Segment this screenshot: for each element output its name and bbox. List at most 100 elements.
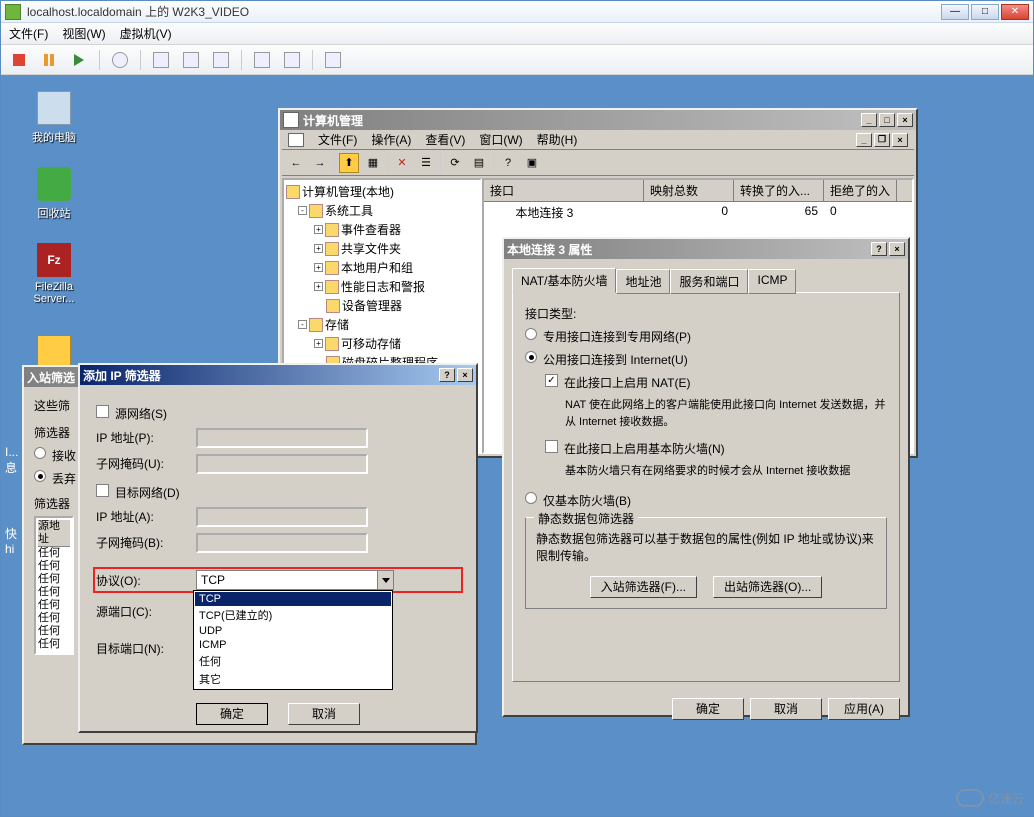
filezilla-icon[interactable]: Fz FileZilla Server... bbox=[17, 243, 91, 305]
shared-icon bbox=[325, 242, 339, 256]
src-mask-input bbox=[196, 454, 368, 474]
back-icon[interactable]: ← bbox=[286, 153, 306, 173]
mdi-restore[interactable]: ❐ bbox=[874, 133, 890, 147]
up-icon[interactable]: ⬆ bbox=[339, 153, 359, 173]
close-button[interactable]: ✕ bbox=[1001, 4, 1029, 20]
apply-button[interactable]: 应用(A) bbox=[828, 698, 900, 720]
removable-icon bbox=[325, 337, 339, 351]
menu-action[interactable]: 操作(A) bbox=[371, 131, 411, 148]
refresh-icon[interactable] bbox=[110, 50, 130, 70]
compmgmt-menu: 文件(F) 操作(A) 查看(V) 窗口(W) 帮助(H) _❐× bbox=[282, 130, 914, 150]
opt-icmp[interactable]: ICMP bbox=[195, 638, 391, 652]
recycle-bin-icon[interactable]: 回收站 bbox=[17, 167, 91, 221]
src-ip-input bbox=[196, 428, 368, 448]
src-list[interactable]: 源地址 任何任何任何 任何任何任何 任何任何 bbox=[34, 516, 74, 655]
my-computer-icon[interactable]: 我的电脑 bbox=[17, 91, 91, 145]
dst-ip-input bbox=[196, 507, 368, 527]
expand-icon[interactable]: + bbox=[314, 225, 323, 234]
opt-udp[interactable]: UDP bbox=[195, 624, 391, 638]
mdi-close[interactable]: × bbox=[892, 133, 908, 147]
help-button[interactable]: ? bbox=[439, 368, 455, 382]
opt-other[interactable]: 其它 bbox=[195, 670, 391, 688]
radio-private[interactable]: 专用接口连接到专用网络(P) bbox=[525, 328, 887, 345]
protocol-select[interactable]: TCP TCP TCP(已建立的) UDP ICMP 任何 其它 bbox=[196, 570, 394, 590]
check-enable-firewall[interactable]: 在此接口上启用基本防火墙(N) bbox=[545, 440, 887, 457]
delete-icon[interactable]: ✕ bbox=[392, 153, 412, 173]
play-button[interactable] bbox=[69, 50, 89, 70]
menu-view[interactable]: 查看(V) bbox=[425, 131, 465, 148]
dst-mask-input bbox=[196, 533, 368, 553]
properties-icon[interactable]: ☰ bbox=[416, 153, 436, 173]
inbound-filter-button[interactable]: 入站筛选器(F)... bbox=[590, 576, 697, 598]
tool-icon-5[interactable] bbox=[282, 50, 302, 70]
help-button[interactable]: ? bbox=[871, 242, 887, 256]
menu-view[interactable]: 视图(W) bbox=[62, 25, 105, 42]
check-enable-nat[interactable]: ✓在此接口上启用 NAT(E) bbox=[545, 374, 887, 391]
menu-file[interactable]: 文件(F) bbox=[318, 131, 357, 148]
cancel-button[interactable]: 取消 bbox=[750, 698, 822, 720]
expand-icon[interactable]: + bbox=[314, 244, 323, 253]
expand-icon[interactable]: + bbox=[314, 263, 323, 272]
ok-button[interactable]: 确定 bbox=[196, 703, 268, 725]
menu-file[interactable]: 文件(F) bbox=[9, 25, 48, 42]
maximize-button[interactable]: □ bbox=[879, 113, 895, 127]
opt-tcp[interactable]: TCP bbox=[195, 592, 391, 606]
tab-row: NAT/基本防火墙 地址池 服务和端口 ICMP bbox=[512, 267, 900, 292]
tab-nat[interactable]: NAT/基本防火墙 bbox=[512, 268, 616, 293]
cloud-icon bbox=[956, 789, 984, 807]
close-button[interactable]: × bbox=[889, 242, 905, 256]
views-icon[interactable]: ▦ bbox=[363, 153, 383, 173]
tab-svc[interactable]: 服务和端口 bbox=[670, 269, 748, 294]
tab-pool[interactable]: 地址池 bbox=[616, 269, 670, 294]
radio-firewall-only[interactable]: 仅基本防火墙(B) bbox=[525, 492, 887, 509]
connection-properties-dialog: 本地连接 3 属性 ?× NAT/基本防火墙 地址池 服务和端口 ICMP 接口… bbox=[502, 237, 910, 717]
compmgmt-titlebar[interactable]: 计算机管理 _ □ × bbox=[280, 110, 916, 130]
pause-button[interactable] bbox=[39, 50, 59, 70]
menu-help[interactable]: 帮助(H) bbox=[537, 131, 578, 148]
maximize-button[interactable]: □ bbox=[971, 4, 999, 20]
radio-public[interactable]: 公用接口连接到 Internet(U) bbox=[525, 351, 887, 368]
mdi-min[interactable]: _ bbox=[856, 133, 872, 147]
tab-icmp[interactable]: ICMP bbox=[748, 269, 796, 294]
tool-icon-2[interactable] bbox=[181, 50, 201, 70]
collapse-icon[interactable]: - bbox=[298, 320, 307, 329]
props-titlebar[interactable]: 本地连接 3 属性 ?× bbox=[504, 239, 908, 259]
vm-titlebar: localhost.localdomain 上的 W2K3_VIDEO — □ … bbox=[1, 1, 1033, 23]
refresh-icon[interactable]: ⟳ bbox=[445, 153, 465, 173]
ok-button[interactable]: 确定 bbox=[672, 698, 744, 720]
minimize-button[interactable]: _ bbox=[861, 113, 877, 127]
vm-menubar: 文件(F) 视图(W) 虚拟机(V) bbox=[1, 23, 1033, 45]
check-source-network[interactable]: 源网络(S) bbox=[96, 405, 460, 422]
tool-icon-4[interactable] bbox=[252, 50, 272, 70]
opt-any[interactable]: 任何 bbox=[195, 652, 391, 670]
tool-icon-6[interactable] bbox=[323, 50, 343, 70]
dropdown-arrow-icon[interactable] bbox=[377, 571, 393, 589]
close-button[interactable]: × bbox=[897, 113, 913, 127]
tool-icon-3[interactable] bbox=[211, 50, 231, 70]
list-row[interactable]: 本地连接 3 0 65 0 bbox=[484, 202, 912, 223]
users-icon bbox=[325, 261, 339, 275]
eventviewer-icon bbox=[325, 223, 339, 237]
menu-window[interactable]: 窗口(W) bbox=[479, 131, 522, 148]
list-header: 接口 映射总数 转换了的入... 拒绝了的入 bbox=[484, 180, 912, 202]
forward-icon[interactable]: → bbox=[310, 153, 330, 173]
expand-icon[interactable]: + bbox=[314, 339, 323, 348]
static-filter-group: 静态数据包筛选器 静态数据包筛选器可以基于数据包的属性(例如 IP 地址或协议)… bbox=[525, 517, 887, 609]
export-icon[interactable]: ▤ bbox=[469, 153, 489, 173]
tool-icon[interactable]: ▣ bbox=[522, 153, 542, 173]
check-dest-network[interactable]: 目标网络(D) bbox=[96, 484, 460, 501]
cm-menu-icon bbox=[288, 133, 304, 147]
fw-desc: 基本防火墙只有在网络要求的时候才会从 Internet 接收数据 bbox=[565, 463, 887, 480]
tool-icon-1[interactable] bbox=[151, 50, 171, 70]
help-icon[interactable]: ? bbox=[498, 153, 518, 173]
cancel-button[interactable]: 取消 bbox=[288, 703, 360, 725]
menu-vm[interactable]: 虚拟机(V) bbox=[120, 25, 172, 42]
stop-button[interactable] bbox=[9, 50, 29, 70]
outbound-filter-button[interactable]: 出站筛选器(O)... bbox=[713, 576, 822, 598]
addip-titlebar[interactable]: 添加 IP 筛选器 ?× bbox=[80, 365, 476, 385]
collapse-icon[interactable]: - bbox=[298, 206, 307, 215]
expand-icon[interactable]: + bbox=[314, 282, 323, 291]
close-button[interactable]: × bbox=[457, 368, 473, 382]
minimize-button[interactable]: — bbox=[941, 4, 969, 20]
opt-tcp-established[interactable]: TCP(已建立的) bbox=[195, 606, 391, 624]
